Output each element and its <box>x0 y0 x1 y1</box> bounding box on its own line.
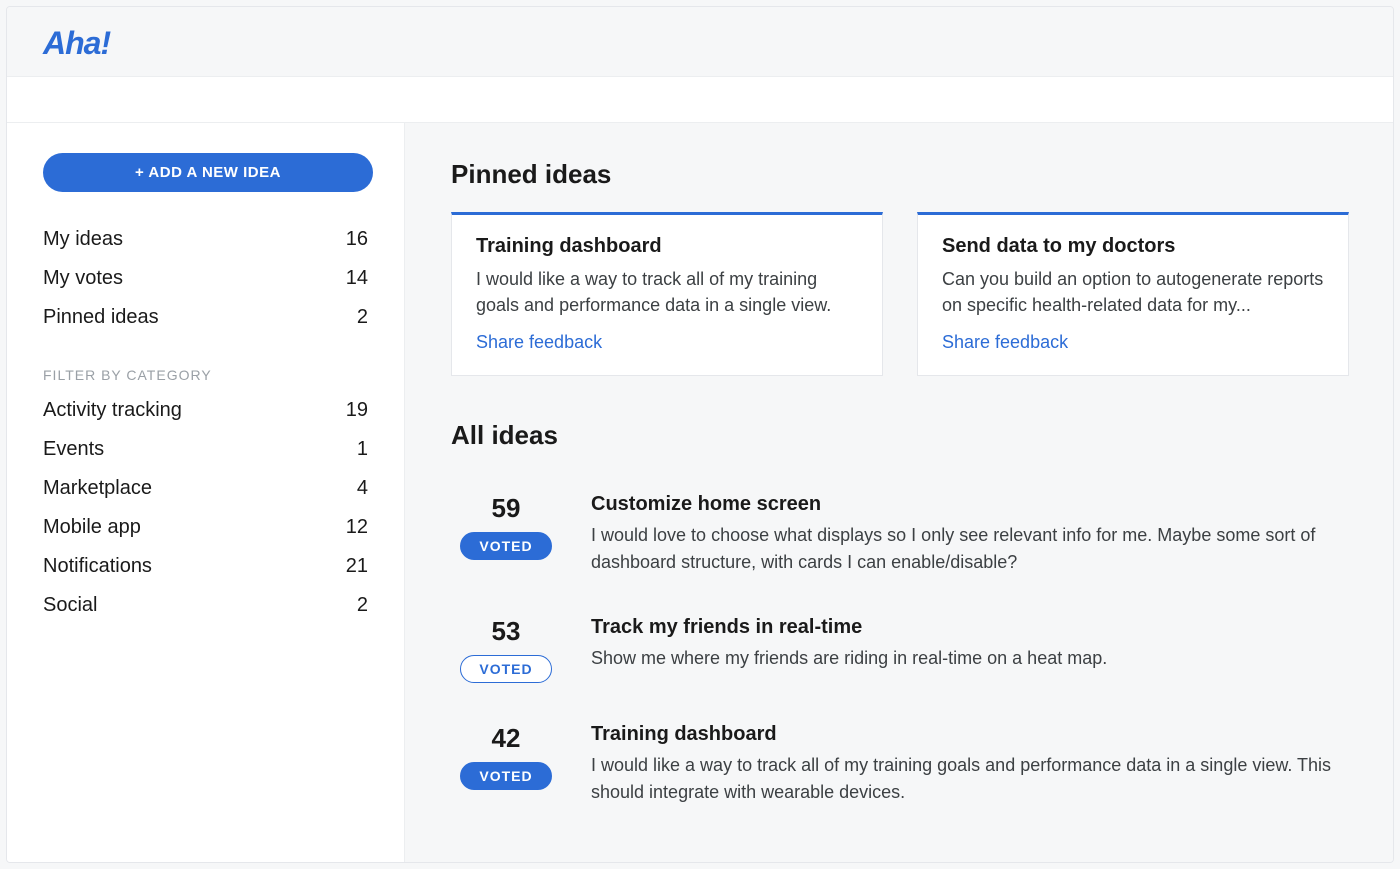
vote-column: 42 VOTED <box>451 723 561 790</box>
vote-count: 53 <box>451 616 561 647</box>
idea-content: Training dashboard I would like a way to … <box>591 723 1349 806</box>
idea-title: Training dashboard <box>591 723 1349 746</box>
pinned-card-title: Training dashboard <box>476 235 858 258</box>
voted-badge[interactable]: VOTED <box>460 532 551 560</box>
vote-count: 59 <box>451 493 561 524</box>
sidebar-item-my-votes[interactable]: My votes 14 <box>43 259 368 298</box>
category-item-label: Mobile app <box>43 516 141 539</box>
pinned-card-send-data-doctors[interactable]: Send data to my doctors Can you build an … <box>917 212 1349 376</box>
filter-by-category-heading: FILTER BY CATEGORY <box>43 367 368 383</box>
all-ideas-heading: All ideas <box>451 420 1349 451</box>
pinned-card-training-dashboard[interactable]: Training dashboard I would like a way to … <box>451 212 883 376</box>
sidebar-item-count: 2 <box>357 306 368 329</box>
category-item-count: 21 <box>346 555 368 578</box>
voted-badge[interactable]: VOTED <box>460 762 551 790</box>
category-item-events[interactable]: Events 1 <box>43 430 368 469</box>
sidebar-item-count: 14 <box>346 267 368 290</box>
category-item-label: Notifications <box>43 555 152 578</box>
category-item-label: Activity tracking <box>43 399 182 422</box>
sidebar-item-count: 16 <box>346 228 368 251</box>
ideas-list: 59 VOTED Customize home screen I would love… <box>451 473 1349 826</box>
idea-title: Customize home screen <box>591 493 1349 516</box>
pinned-ideas-heading: Pinned ideas <box>451 159 1349 190</box>
category-item-mobile-app[interactable]: Mobile app 12 <box>43 508 368 547</box>
idea-description: Show me where my friends are riding in r… <box>591 645 1349 672</box>
category-item-count: 12 <box>346 516 368 539</box>
vote-count: 42 <box>451 723 561 754</box>
vote-column: 59 VOTED <box>451 493 561 560</box>
brand-logo[interactable]: Aha! <box>43 25 1357 62</box>
topbar: Aha! <box>7 7 1393 77</box>
category-item-social[interactable]: Social 2 <box>43 586 368 625</box>
idea-row-training-dashboard-2[interactable]: 42 VOTED Training dashboard I would like a … <box>451 703 1349 826</box>
voted-badge[interactable]: VOTED <box>460 655 551 683</box>
sidebar: + ADD A NEW IDEA My ideas16My votes14Pin… <box>7 123 405 862</box>
secondary-bar <box>7 77 1393 123</box>
share-feedback-link[interactable]: Share feedback <box>476 332 858 353</box>
idea-description: I would like a way to track all of my tr… <box>591 752 1349 806</box>
category-item-label: Social <box>43 594 97 617</box>
pinned-card-title: Send data to my doctors <box>942 235 1324 258</box>
sidebar-nav: My ideas 16 My votes 14 Pinned ideas 2 <box>43 220 368 337</box>
pinned-card-description: Can you build an option to autogenerate … <box>942 266 1324 318</box>
app-window: Aha! + ADD A NEW IDEA My ideas 16 My votes… <box>6 6 1394 863</box>
category-item-count: 2 <box>357 594 368 617</box>
vote-column: 53 VOTED <box>451 616 561 683</box>
category-item-count: 19 <box>346 399 368 422</box>
category-item-activity-tracking[interactable]: Activity tracking 19 <box>43 391 368 430</box>
sidebar-item-label: My votes <box>43 267 123 290</box>
category-item-notifications[interactable]: Notifications 21 <box>43 547 368 586</box>
pinned-card-description: I would like a way to track all of my tr… <box>476 266 858 318</box>
idea-content: Customize home screen I would love to cho… <box>591 493 1349 576</box>
category-item-label: Marketplace <box>43 477 152 500</box>
category-item-marketplace[interactable]: Marketplace 4 <box>43 469 368 508</box>
idea-description: I would love to choose what displays so … <box>591 522 1349 576</box>
idea-row-track-friends[interactable]: 53 VOTED Track my friends in real-time Show… <box>451 596 1349 703</box>
layout: + ADD A NEW IDEA My ideas16My votes14Pin… <box>7 123 1393 862</box>
category-item-count: 4 <box>357 477 368 500</box>
sidebar-item-pinned-ideas[interactable]: Pinned ideas 2 <box>43 298 368 337</box>
sidebar-item-label: Pinned ideas <box>43 306 159 329</box>
idea-content: Track my friends in real-time Show me whe… <box>591 616 1349 672</box>
idea-row-customize-home[interactable]: 59 VOTED Customize home screen I would love… <box>451 473 1349 596</box>
category-item-label: Events <box>43 438 104 461</box>
idea-title: Track my friends in real-time <box>591 616 1349 639</box>
pinned-ideas-row: Training dashboard I would like a way to … <box>451 212 1349 376</box>
sidebar-item-my-ideas[interactable]: My ideas 16 <box>43 220 368 259</box>
add-new-idea-button[interactable]: + ADD A NEW IDEA <box>43 153 373 192</box>
main-content: Pinned ideas Training dashboard I would l… <box>405 123 1393 862</box>
sidebar-categories: Activity tracking 19 Events 1 Marketplace 4 Mo… <box>43 391 368 625</box>
category-item-count: 1 <box>357 438 368 461</box>
share-feedback-link[interactable]: Share feedback <box>942 332 1324 353</box>
sidebar-item-label: My ideas <box>43 228 123 251</box>
